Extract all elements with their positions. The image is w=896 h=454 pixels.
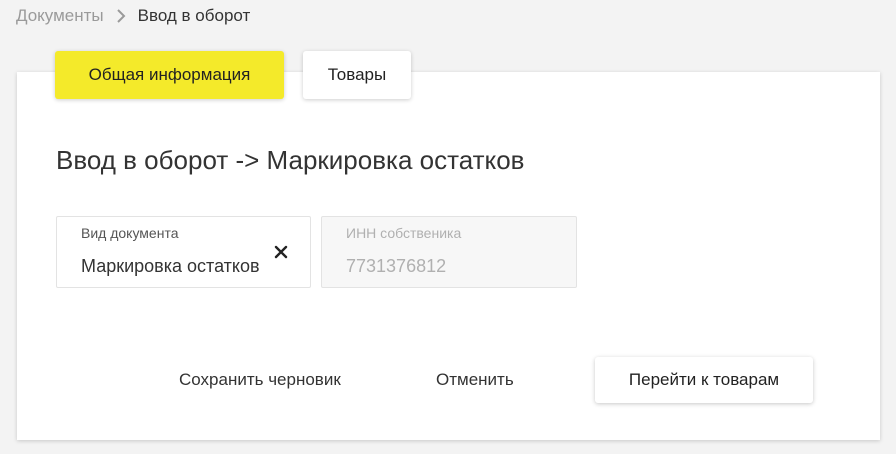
- breadcrumb: Документы Ввод в оборот: [16, 6, 250, 26]
- chevron-right-icon: [116, 9, 126, 23]
- doc-type-field[interactable]: Вид документа Маркировка остатков: [56, 216, 311, 288]
- cancel-button[interactable]: Отменить: [436, 370, 514, 390]
- inn-field: ИНН собственика 7731376812: [321, 216, 577, 288]
- inn-value: 7731376812: [346, 256, 447, 276]
- go-to-goods-button[interactable]: Перейти к товарам: [595, 357, 813, 403]
- doc-type-label: Вид документа: [81, 225, 179, 241]
- doc-type-value: Маркировка остатков: [81, 256, 260, 276]
- page-title: Ввод в оборот -> Маркировка остатков: [56, 145, 525, 175]
- tab-general-info[interactable]: Общая информация: [55, 51, 284, 99]
- close-icon[interactable]: [274, 245, 288, 259]
- inn-label: ИНН собственика: [346, 225, 462, 241]
- tab-goods[interactable]: Товары: [303, 51, 411, 99]
- save-draft-button[interactable]: Сохранить черновик: [179, 370, 341, 390]
- breadcrumb-current: Ввод в оборот: [137, 6, 251, 25]
- breadcrumb-documents-link[interactable]: Документы: [16, 6, 104, 26]
